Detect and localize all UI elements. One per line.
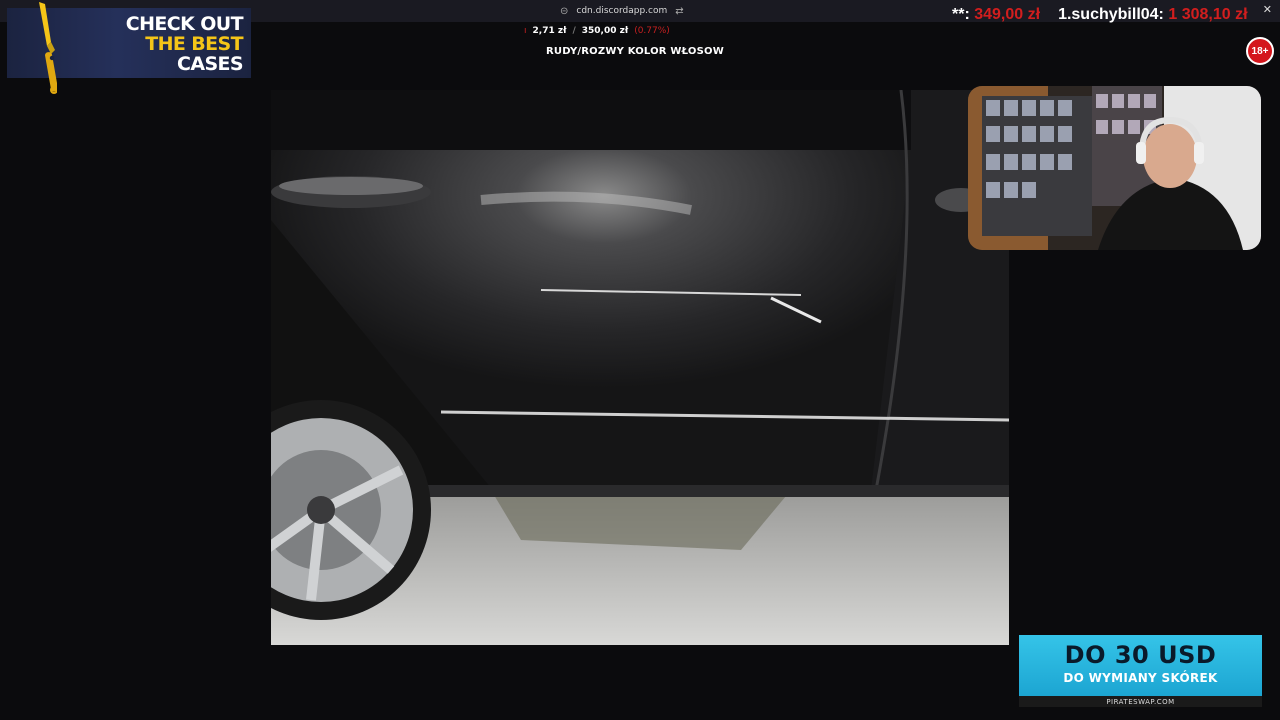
top-donors: **: 349,00 zł 1.suchybill04: 1 308,10 zł xyxy=(952,6,1248,24)
donation-goal: ı 2,71 zł / 350,00 zł (0.77%) xyxy=(524,26,670,36)
ad-banner-pirateswap[interactable]: DO 30 USD DO WYMIANY SKÓREK PIRATESWAP.C… xyxy=(1019,635,1262,707)
knife-icon xyxy=(39,2,57,94)
ad-usd-headline: DO 30 USD xyxy=(1064,641,1217,669)
donor-masked-amount: 349,00 zł xyxy=(974,6,1041,23)
donor-leader-amount: 1 308,10 zł xyxy=(1168,6,1248,23)
ad-usd-subline: DO WYMIANY SKÓREK xyxy=(1063,671,1218,685)
donor-leader: 1.suchybill04: 1 308,10 zł xyxy=(1058,6,1247,24)
car-door-photo xyxy=(271,90,1009,645)
sliders-icon[interactable]: ⇄ xyxy=(675,6,683,17)
close-icon[interactable]: ✕ xyxy=(1263,3,1272,16)
webcam-feed xyxy=(968,86,1261,250)
url-bar[interactable]: ⊝ cdn.discordapp.com ⇄ xyxy=(560,4,684,18)
donation-separator: / xyxy=(572,26,576,36)
donor-masked: **: 349,00 zł xyxy=(952,6,1040,24)
donor-masked-name: **: xyxy=(952,6,970,23)
ad-usd-brand: PIRATESWAP.COM xyxy=(1106,698,1175,706)
donation-marker: ı xyxy=(524,26,527,36)
streamer-webcam-image xyxy=(968,86,1261,250)
ad-cases-line2: THE BEST xyxy=(145,33,243,55)
donation-percent: (0.77%) xyxy=(634,26,670,36)
donation-message: RUDY/ROZWY KOLOR WŁOSOW xyxy=(546,46,724,57)
donation-goal-amount: 350,00 zł xyxy=(581,26,629,36)
link-icon: ⊝ xyxy=(560,5,569,17)
ad-cases-line1: CHECK OUT xyxy=(125,13,244,35)
donor-leader-name: 1.suchybill04: xyxy=(1058,6,1164,23)
car-door-image xyxy=(271,90,1009,645)
ad-cases-line3: CASES xyxy=(177,53,244,75)
url-text: cdn.discordapp.com xyxy=(576,6,668,16)
age-rating-badge: 18+ xyxy=(1246,37,1274,65)
ad-cases-text: CHECK OUT THE BEST CASES xyxy=(125,13,244,75)
ad-banner-cases[interactable]: CHECK OUT THE BEST CASES xyxy=(7,2,251,94)
donation-amount: 2,71 zł xyxy=(532,26,567,36)
